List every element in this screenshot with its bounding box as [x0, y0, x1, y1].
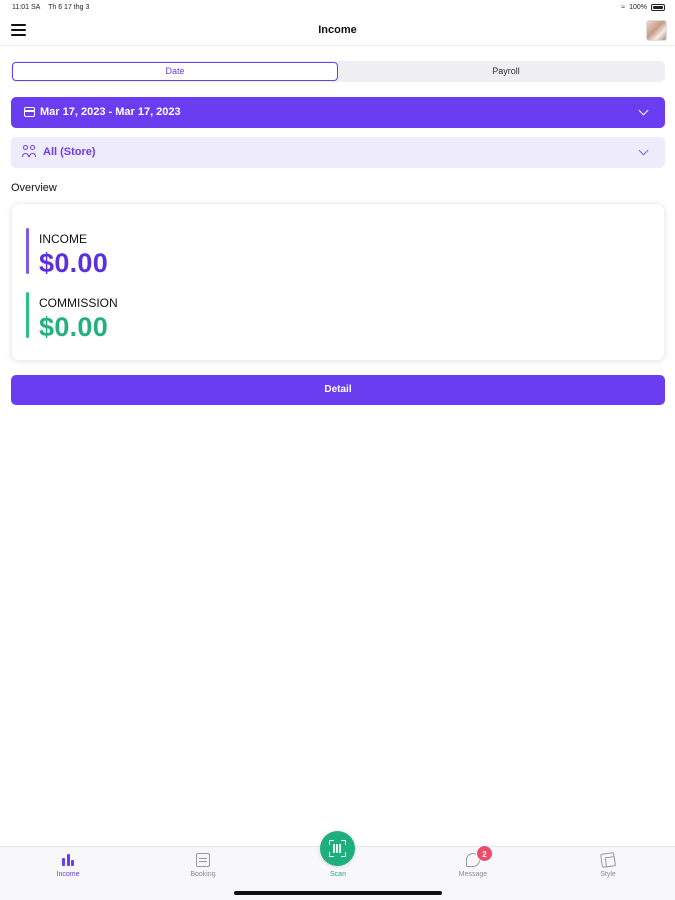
tab-income-label: Income: [56, 871, 80, 878]
income-accent-bar: [26, 228, 29, 274]
date-range-label: Mar 17, 2023 - Mar 17, 2023: [40, 106, 181, 118]
overview-card: INCOME $0.00 COMMISSION $0.00: [11, 203, 665, 361]
status-date: Th 6 17 thg 3: [48, 4, 90, 11]
message-badge: 2: [476, 845, 493, 862]
commission-accent-bar: [26, 292, 29, 338]
segmented-control: Date Payroll: [11, 61, 665, 82]
tab-date[interactable]: Date: [12, 62, 338, 81]
income-metric: INCOME $0.00: [26, 228, 108, 279]
bar-chart-icon: [61, 853, 75, 867]
tab-style[interactable]: Style: [568, 852, 648, 878]
page-title: Income: [318, 24, 357, 36]
tab-booking-label: Booking: [190, 871, 216, 878]
store-label: All (Store): [43, 146, 96, 158]
tab-booking[interactable]: Booking: [163, 853, 243, 878]
scan-button[interactable]: [320, 831, 355, 866]
income-label: INCOME: [39, 232, 87, 246]
people-icon: [22, 145, 37, 159]
overview-heading: Overview: [11, 182, 57, 194]
battery-icon: [651, 4, 665, 11]
chevron-down-icon: [638, 145, 649, 156]
calendar-icon: [24, 107, 35, 117]
style-icon: [600, 852, 616, 868]
store-picker[interactable]: All (Store): [11, 137, 665, 168]
date-range-picker[interactable]: Mar 17, 2023 - Mar 17, 2023: [11, 97, 665, 128]
chevron-down-icon: [638, 105, 649, 116]
commission-label: COMMISSION: [39, 296, 118, 310]
battery-percent: 100%: [629, 4, 647, 11]
avatar[interactable]: [646, 20, 667, 41]
wifi-icon: ≈: [621, 4, 626, 11]
booking-icon: [196, 853, 210, 867]
tab-style-label: Style: [600, 871, 616, 878]
commission-value: $0.00: [39, 312, 109, 342]
tab-message-label: Message: [458, 871, 488, 878]
detail-button[interactable]: Detail: [11, 375, 665, 405]
tab-income[interactable]: Income: [28, 853, 108, 878]
tab-payroll[interactable]: Payroll: [347, 61, 665, 82]
income-value: $0.00: [39, 248, 109, 278]
tab-message[interactable]: Message: [433, 853, 513, 878]
home-indicator: [234, 891, 442, 895]
tab-scan-label: Scan: [330, 871, 346, 878]
qr-scan-icon: [329, 840, 346, 857]
status-bar: 11:01 SA Th 6 17 thg 3 ≈ 100%: [0, 0, 675, 16]
status-time: 11:01 SA: [12, 4, 41, 11]
nav-bar: Income: [0, 16, 675, 46]
commission-metric: COMMISSION $0.00: [26, 292, 118, 343]
